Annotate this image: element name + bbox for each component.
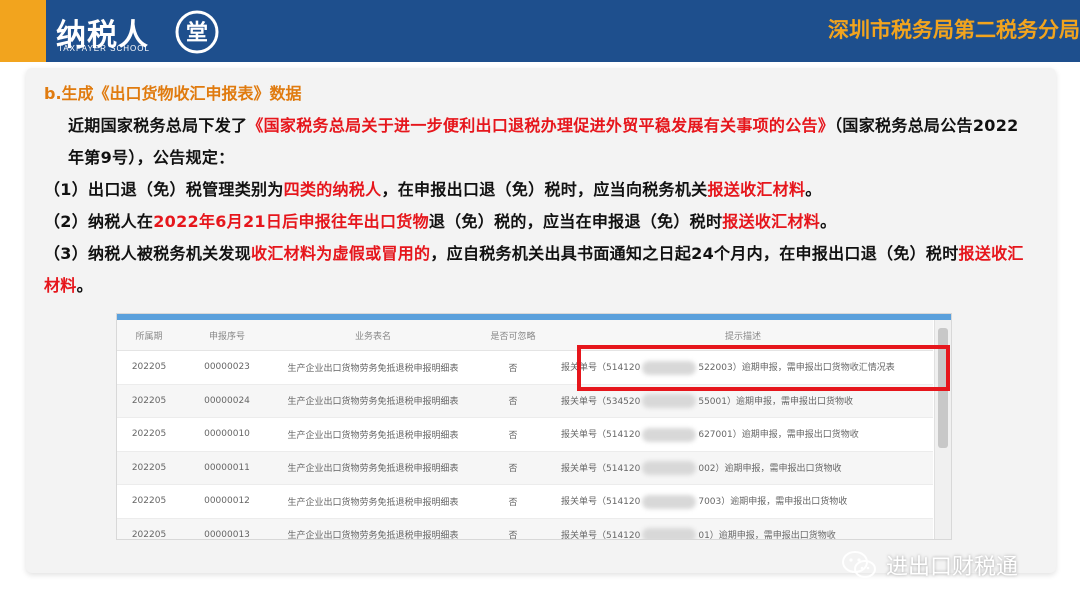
cell-name: 生产企业出口货物劳务免抵退税申报明细表 (273, 350, 473, 385)
cell-name: 生产企业出口货物劳务免抵退税申报明细表 (273, 518, 473, 539)
rule-2-highlight: 2022年6月21日后申报往年出口货物 (153, 212, 429, 231)
rule-3-text: （3）纳税人被税务机关发现 (44, 244, 252, 263)
desc-suffix: 7003）逾期申报，需申报出口货物收 (698, 497, 848, 507)
rule-2-text-mid: 退（免）税的，应当在申报退（免）税时 (428, 212, 723, 231)
announcement-title: 《国家税务总局关于进一步便利出口退税办理促进外贸平稳发展有关事项的公告》 (247, 116, 835, 135)
cell-desc: 报关单号（514120 7003）逾期申报，需申报出口货物收 (553, 484, 933, 519)
redaction-blur (642, 394, 697, 408)
logo-mark-glyph: 堂 (186, 21, 208, 46)
table-row[interactable]: 202205 00000012 生产企业出口货物劳务免抵退税申报明细表 否 报关… (117, 484, 933, 519)
slide-content: b.生成《出口货物收汇申报表》数据 近期国家税务总局下发了《国家税务总局关于进一… (44, 80, 1034, 302)
cell-period: 202205 (117, 451, 181, 485)
redaction-blur (642, 528, 697, 539)
cell-seq: 00000024 (181, 384, 273, 418)
desc-prefix: 报关单号（514120 (561, 463, 641, 474)
desc-suffix: 002）逾期申报，需申报出口货物收 (698, 463, 842, 474)
cell-seq: 00000012 (181, 484, 273, 519)
table-row[interactable]: 202205 00000011 生产企业出口货物劳务免抵退税申报明细表 否 报关… (117, 451, 933, 485)
cell-ignore: 否 (473, 417, 553, 452)
rule-3-text-mid: ，应自税务机关出具书面通知之日起24个月内，在申报出口退（免）税时 (430, 244, 959, 263)
desc-prefix: 报关单号（514120 (561, 497, 641, 507)
desc-suffix: 55001）逾期申报，需申报出口货物收 (698, 396, 853, 407)
cell-seq: 00000013 (181, 518, 273, 539)
redaction-blur (642, 494, 697, 509)
cell-desc: 报关单号（514120 01）逾期申报，需申报出口货物收 (553, 518, 933, 540)
desc-prefix: 报关单号（534520 (561, 396, 641, 407)
rule-item-2: （2）纳税人在2022年6月21日后申报往年出口货物退（免）税的，应当在申报退（… (44, 206, 1034, 238)
section-title: b.生成《出口货物收汇申报表》数据 (44, 84, 302, 103)
rule-1-highlight-2: 报送收汇材料 (707, 180, 806, 199)
cell-ignore: 否 (473, 451, 553, 485)
cell-period: 202205 (117, 484, 181, 519)
rule-3-highlight: 收汇材料为虚假或冒用的 (251, 244, 431, 263)
desc-suffix: 627001）逾期申报，需申报出口货物收 (698, 430, 859, 440)
desc-prefix: 报关单号（514120 (561, 530, 641, 540)
watermark-text: 进出口财税通 (886, 555, 1019, 580)
wechat-icon (842, 551, 876, 578)
desc-suffix: 01）逾期申报，需申报出口货物收 (698, 530, 836, 540)
header-accent-band (0, 0, 46, 62)
cell-name: 生产企业出口货物劳务免抵退税申报明细表 (273, 484, 473, 519)
table-row[interactable]: 202205 00000013 生产企业出口货物劳务免抵退税申报明细表 否 报关… (117, 518, 933, 540)
cell-ignore: 否 (473, 350, 553, 385)
cell-ignore: 否 (473, 384, 553, 418)
col-header-period: 所属期 (117, 320, 181, 351)
intro-paragraph: 近期国家税务总局下发了《国家税务总局关于进一步便利出口退税办理促进外贸平稳发展有… (44, 110, 1034, 174)
rule-item-3: （3）纳税人被税务机关发现收汇材料为虚假或冒用的，应自税务机关出具书面通知之日起… (44, 238, 1034, 302)
cell-period: 202205 (117, 350, 181, 385)
cell-ignore: 否 (473, 484, 553, 519)
rule-2-end: 。 (820, 212, 837, 231)
col-header-ignore: 是否可忽略 (473, 320, 553, 351)
rule-2-text: （2）纳税人在 (44, 212, 154, 231)
rule-1-text-mid: ，在申报出口退（免）税时，应当向税务机关 (381, 180, 708, 199)
cell-name: 生产企业出口货物劳务免抵退税申报明细表 (273, 417, 473, 452)
redaction-blur (642, 461, 697, 475)
table-row[interactable]: 202205 00000010 生产企业出口货物劳务免抵退税申报明细表 否 报关… (117, 417, 933, 452)
logo-subtitle: TAXPAYER SCHOOL (58, 44, 150, 53)
cell-period: 202205 (117, 518, 181, 539)
cell-desc: 报关单号（514120 002）逾期申报，需申报出口货物收 (553, 451, 933, 485)
cell-ignore: 否 (473, 518, 553, 539)
rule-1-end: 。 (805, 180, 822, 199)
cell-name: 生产企业出口货物劳务免抵退税申报明细表 (273, 384, 473, 418)
rule-1-highlight: 四类的纳税人 (283, 180, 382, 199)
intro-text: 近期国家税务总局下发了 (68, 116, 248, 135)
rule-3-end: 。 (76, 276, 93, 295)
cell-name: 生产企业出口货物劳务免抵退税申报明细表 (273, 451, 473, 485)
desc-prefix: 报关单号（514120 (561, 430, 641, 440)
watermark: 进出口财税通 (840, 549, 1018, 581)
agency-name: 深圳市税务局第二税务分局 (828, 18, 1080, 42)
col-header-seq: 申报序号 (181, 320, 273, 351)
cell-seq: 00000023 (181, 350, 273, 385)
logo-mark-icon: 堂 (175, 10, 219, 54)
highlight-box (577, 345, 950, 391)
rule-1-text: （1）出口退（免）税管理类别为 (44, 180, 284, 199)
cell-period: 202205 (117, 417, 181, 452)
cell-seq: 00000011 (181, 451, 273, 485)
rule-item-1: （1）出口退（免）税管理类别为四类的纳税人，在申报出口退（免）税时，应当向税务机… (44, 174, 1034, 206)
header-bar: 纳税人 TAXPAYER SCHOOL 堂 深圳市税务局第二税务分局 (0, 0, 1080, 62)
cell-period: 202205 (117, 384, 181, 418)
redaction-blur (642, 427, 697, 442)
cell-seq: 00000010 (181, 417, 273, 452)
rule-2-highlight-2: 报送收汇材料 (722, 212, 821, 231)
cell-desc: 报关单号（514120 627001）逾期申报，需申报出口货物收 (553, 417, 933, 452)
col-header-name: 业务表名 (273, 320, 473, 351)
